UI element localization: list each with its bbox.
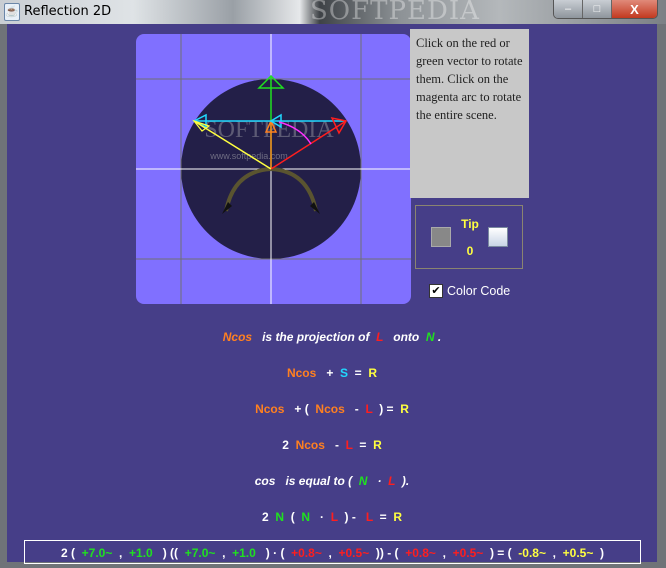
eq-text: ) ((: [152, 546, 185, 560]
eq-text: ) = (: [483, 546, 519, 560]
term-l: L: [365, 510, 373, 524]
term-r: R: [400, 402, 409, 416]
eq-text: ,: [435, 546, 453, 560]
equation-line-5: cos is equal to ( N · L ).: [7, 474, 657, 488]
equation-line-6: 2 N ( N · L ) - L = R: [7, 510, 657, 524]
watermark-text: SOFTPEDIA: [310, 0, 480, 26]
eq-text: 2: [282, 438, 296, 452]
eq-text: )) - (: [369, 546, 406, 560]
eq-text: ).: [395, 474, 410, 488]
eq-text: =: [372, 510, 394, 524]
n-y-value: +1.0: [232, 546, 256, 560]
minimize-button[interactable]: –: [554, 0, 583, 18]
l-x-value: +0.8~: [291, 546, 322, 560]
maximize-button[interactable]: □: [583, 0, 612, 18]
l-y-value: +0.5~: [338, 546, 370, 560]
term-cos: cos: [254, 474, 276, 488]
n-y-value: +1.0: [129, 546, 153, 560]
app-client-area: SOFTPEDIA www.softpedia.com Click on the…: [7, 24, 657, 564]
l-y-value: +0.5~: [452, 546, 484, 560]
term-n: N: [301, 510, 311, 524]
term-ncos: Ncos: [255, 402, 285, 416]
instructions-panel: Click on the red or green vector to rota…: [410, 29, 529, 198]
numeric-result-panel: 2 ( +7.0~ , +1.0 ) (( +7.0~ , +1.0 ) · (…: [24, 540, 641, 564]
eq-text: + (: [284, 402, 316, 416]
term-r: R: [373, 438, 382, 452]
eq-text: 2 (: [60, 546, 82, 560]
color-code-checkbox[interactable]: ✔ Color Code: [429, 284, 510, 298]
term-ncos: Ncos: [295, 438, 325, 452]
equation-line-3: Ncos + ( Ncos - L ) = R: [7, 402, 657, 416]
tip-label: Tip: [461, 217, 479, 231]
term-l: L: [365, 402, 373, 416]
tip-previous-button[interactable]: [431, 227, 451, 247]
term-ncos: Ncos: [286, 366, 317, 380]
tip-next-button[interactable]: [488, 227, 508, 247]
reflection-canvas[interactable]: SOFTPEDIA www.softpedia.com: [136, 34, 411, 304]
term-ncos: Ncos: [222, 330, 253, 344]
eq-text: ) · (: [255, 546, 292, 560]
term-l: L: [330, 510, 338, 524]
eq-text: ,: [215, 546, 233, 560]
equation-line-4: 2 Ncos - L = R: [7, 438, 657, 452]
eq-text: ,: [112, 546, 130, 560]
eq-text: -: [344, 402, 366, 416]
eq-text: =: [348, 366, 369, 380]
eq-text: -: [324, 438, 346, 452]
eq-text: onto: [383, 330, 426, 344]
eq-text: ) =: [372, 402, 401, 416]
term-l: L: [345, 438, 353, 452]
eq-text: is the projection of: [252, 330, 377, 344]
checkbox-check-icon[interactable]: ✔: [429, 284, 443, 298]
java-app-icon: ☕: [4, 3, 20, 21]
term-ncos: Ncos: [315, 402, 345, 416]
title-bar: ☕ Reflection 2D SOFTPEDIA – □ X: [0, 0, 666, 26]
numeric-equation: 2 ( +7.0~ , +1.0 ) (( +7.0~ , +1.0 ) · (…: [25, 546, 640, 560]
close-button[interactable]: X: [612, 0, 657, 18]
l-x-value: +0.8~: [405, 546, 436, 560]
tip-value: 0: [466, 244, 474, 258]
n-x-value: +7.0~: [184, 546, 216, 560]
eq-text: ): [593, 546, 605, 560]
equation-line-2: Ncos + S = R: [7, 366, 657, 380]
r-y-value: +0.5~: [562, 546, 594, 560]
eq-text: ) -: [337, 510, 366, 524]
window-title: Reflection 2D: [24, 4, 112, 19]
term-r: R: [393, 510, 402, 524]
term-s: S: [340, 366, 349, 380]
eq-text: .: [434, 330, 442, 344]
term-r: R: [368, 366, 378, 380]
r-x-value: -0.8~: [518, 546, 546, 560]
eq-text: (: [284, 510, 302, 524]
eq-text: is equal to (: [275, 474, 359, 488]
equation-line-1: Ncos is the projection of L onto N .: [7, 330, 657, 344]
color-code-label: Color Code: [447, 284, 511, 298]
eq-text: ,: [321, 546, 339, 560]
term-n: N: [275, 510, 285, 524]
eq-text: ·: [367, 474, 389, 488]
eq-text: 2: [262, 510, 276, 524]
eq-text: +: [316, 366, 340, 380]
n-x-value: +7.0~: [81, 546, 113, 560]
eq-text: =: [352, 438, 374, 452]
window-controls: – □ X: [553, 0, 658, 19]
softpedia-url: www.softpedia.com: [209, 151, 288, 161]
eq-text: ,: [545, 546, 563, 560]
term-n: N: [425, 330, 435, 344]
eq-text: ·: [310, 510, 331, 524]
reflection-scene[interactable]: SOFTPEDIA www.softpedia.com: [136, 34, 411, 304]
tip-panel: Tip 0: [415, 205, 523, 269]
